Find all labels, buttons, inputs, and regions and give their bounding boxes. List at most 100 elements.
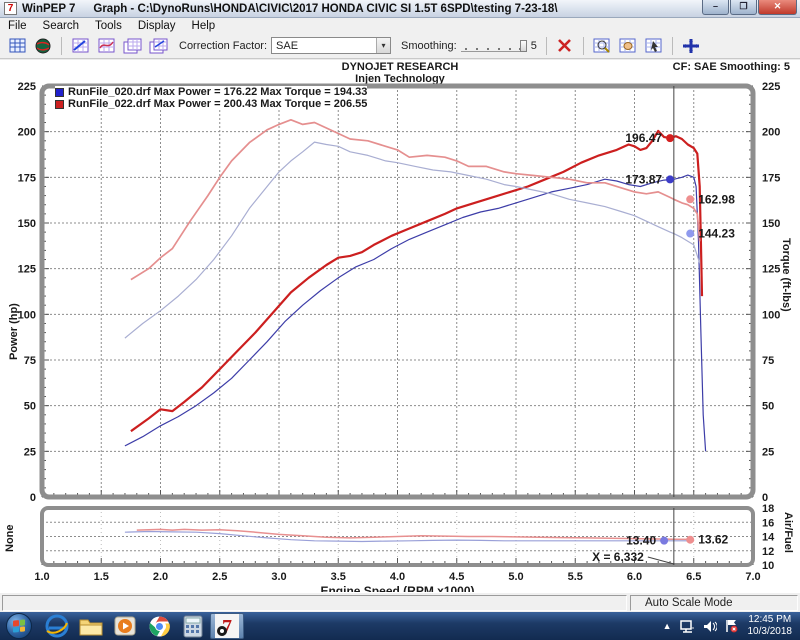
cursor-x-label: X = 6.332 — [592, 550, 644, 564]
torque-tick-label: 125 — [762, 264, 780, 276]
taskbar-file-explorer[interactable] — [74, 613, 108, 639]
axes-cross-icon — [682, 38, 700, 54]
axes-button[interactable] — [679, 35, 703, 56]
status-bar: Auto Scale Mode — [0, 592, 800, 612]
zoom-graph-button[interactable] — [590, 35, 614, 56]
torque-tick-label: 75 — [762, 355, 774, 367]
compare-graph-button[interactable] — [146, 35, 170, 56]
tray-date: 10/3/2018 — [748, 626, 793, 638]
correction-factor-select[interactable]: SAE ▾ — [271, 37, 391, 54]
chart-area: DYNOJET RESEARCH Injen Technology CF: SA… — [0, 60, 800, 592]
run022-swatch — [55, 100, 64, 109]
system-tray: ▲ 12:45 PM 10/3/2018 — [659, 614, 800, 638]
cursor-value-dot — [666, 175, 674, 183]
chrome-icon — [148, 615, 171, 638]
start-button[interactable] — [6, 613, 32, 639]
legend-row-run020[interactable]: RunFile_020.drf Max Power = 176.22 Max T… — [55, 86, 367, 98]
restore-button[interactable]: ❐ — [730, 0, 757, 15]
power-tick-label: 200 — [18, 127, 36, 139]
runfile-table-button[interactable] — [5, 35, 29, 56]
cursor-x-leader — [648, 557, 674, 564]
slider-thumb[interactable] — [520, 40, 527, 52]
pan-graph-button[interactable] — [616, 35, 640, 56]
power-tick-label: 100 — [18, 309, 36, 321]
correction-factor-value: SAE — [276, 40, 298, 52]
toolbar: Correction Factor: SAE ▾ Smoothing: 5 — [0, 33, 800, 59]
volume-icon[interactable] — [703, 620, 717, 633]
app-name: WinPEP 7 — [22, 3, 75, 15]
power-tick-label: 0 — [30, 492, 36, 504]
torque-tick-label: 50 — [762, 401, 774, 413]
taskbar-winpep-active[interactable]: 7 — [210, 613, 244, 639]
internet-explorer-icon — [45, 614, 69, 638]
power-tick-label: 75 — [24, 355, 36, 367]
cursor-value-dot — [686, 195, 694, 203]
rpm-tick-label: 2.0 — [153, 571, 168, 583]
web-button[interactable] — [31, 35, 55, 56]
run020-legend-text: RunFile_020.drf Max Power = 176.22 Max T… — [68, 86, 367, 98]
af-left-axis-label: None — [4, 525, 16, 553]
graph-open-icon — [98, 38, 115, 53]
torque-tick-label: 25 — [762, 446, 774, 458]
status-mode: Auto Scale Mode — [630, 595, 798, 611]
torque-tick-label: 100 — [762, 309, 780, 321]
graph-new-icon — [72, 38, 89, 53]
calculator-icon — [183, 615, 203, 638]
taskbar-calculator[interactable] — [176, 613, 210, 639]
winpep-logo-icon: 7 — [4, 2, 17, 15]
af-tick-label: 14 — [762, 532, 775, 544]
tray-time: 12:45 PM — [748, 614, 793, 626]
rpm-tick-label: 6.5 — [686, 571, 701, 583]
taskbar-chrome[interactable] — [142, 613, 176, 639]
new-graph-button[interactable] — [68, 35, 92, 56]
rpm-tick-label: 5.5 — [568, 571, 583, 583]
menu-display[interactable]: Display — [130, 20, 184, 32]
close-button[interactable]: ✕ — [758, 0, 797, 15]
run022-legend-text: RunFile_022.drf Max Power = 200.43 Max T… — [68, 98, 367, 110]
power-axis-label: Power (hp) — [8, 303, 20, 360]
network-icon[interactable] — [680, 620, 695, 633]
menu-tools[interactable]: Tools — [87, 20, 130, 32]
winpep-7-icon: 7 — [215, 614, 239, 638]
series-runfile_022-a/f — [137, 529, 694, 539]
power-tick-label: 225 — [18, 81, 36, 93]
power-tick-label: 125 — [18, 264, 36, 276]
tray-clock[interactable]: 12:45 PM 10/3/2018 — [748, 614, 793, 638]
taskbar-internet-explorer[interactable] — [40, 613, 74, 639]
rpm-tick-label: 4.5 — [449, 571, 464, 583]
rpm-tick-label: 3.0 — [271, 571, 286, 583]
legend-row-run022[interactable]: RunFile_022.drf Max Power = 200.43 Max T… — [55, 98, 367, 110]
rpm-tick-label: 3.5 — [331, 571, 346, 583]
smoothing-slider[interactable] — [461, 40, 527, 52]
cursor-value-label: 196.47 — [625, 131, 662, 145]
chevron-down-icon: ▾ — [376, 38, 390, 53]
menu-help[interactable]: Help — [184, 20, 224, 32]
globe-icon — [35, 38, 51, 54]
overlay-graph-button[interactable] — [120, 35, 144, 56]
smoothing-label: Smoothing: — [401, 40, 457, 52]
minimize-button[interactable]: – — [702, 0, 729, 15]
cursor-value-label: 173.87 — [625, 172, 662, 186]
dyno-graph[interactable]: 0025255050757510010012512515015017517520… — [0, 60, 800, 592]
title-bar[interactable]: 7 WinPEP 7 Graph - C:\DynoRuns\HONDA\CIV… — [0, 0, 800, 18]
series-runfile_022-power — [131, 131, 702, 431]
remove-graph-button[interactable] — [553, 35, 577, 56]
open-graph-button[interactable] — [94, 35, 118, 56]
cursor-value-label: 13.62 — [698, 533, 728, 547]
menu-file[interactable]: File — [0, 20, 35, 32]
rpm-tick-label: 7.0 — [745, 571, 760, 583]
menu-search[interactable]: Search — [35, 20, 87, 32]
cursor-value-label: 162.98 — [698, 192, 735, 206]
action-center-flag-icon[interactable] — [725, 619, 738, 633]
taskbar-media-player[interactable] — [108, 613, 142, 639]
menu-bar: File Search Tools Display Help — [0, 18, 800, 33]
torque-tick-label: 150 — [762, 218, 780, 230]
folder-icon — [78, 615, 104, 637]
status-panel-left — [2, 595, 627, 611]
cursor-value-label: 13.40 — [626, 534, 656, 548]
rpm-tick-label: 5.0 — [508, 571, 523, 583]
tray-expand-icon[interactable]: ▲ — [663, 621, 672, 631]
rpm-tick-label: 2.5 — [212, 571, 227, 583]
zoom-graph-icon — [593, 38, 611, 54]
pick-graph-button[interactable] — [642, 35, 666, 56]
